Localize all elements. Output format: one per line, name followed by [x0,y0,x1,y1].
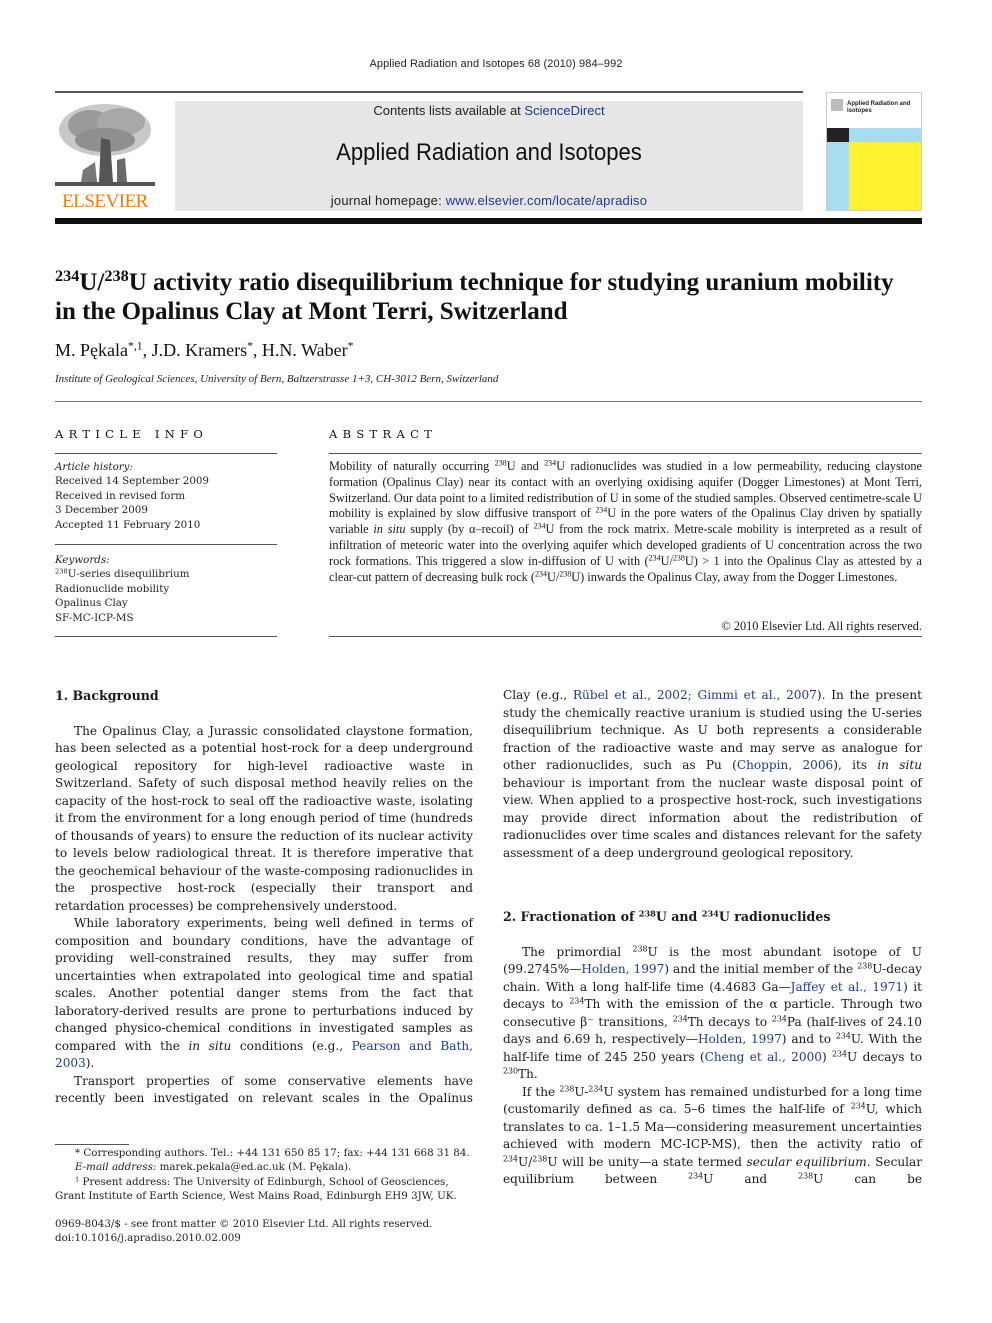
contents-prefix: Contents lists available at [373,103,525,118]
article-history: Article history: Received 14 September 2… [55,460,277,532]
keywords-label: Keywords: [55,554,110,566]
keyword-item: SF-MC-ICP-MS [55,611,134,624]
issn-line: 0969-8043/$ - see front matter © 2010 El… [55,1218,433,1230]
footnote-present-address: 1 Present address: The University of Edi… [55,1175,457,1203]
title-part: U/ [79,269,105,296]
citation-link[interactable]: Choppin, 2006 [737,758,833,772]
divider [55,401,922,402]
running-head: Applied Radiation and Isotopes 68 (2010)… [369,58,623,70]
keyword-item: Radionuclide mobility [55,582,170,595]
author-marks[interactable]: * [348,340,354,353]
section-heading-fractionation: 2. Fractionation of 238U and 234U radion… [503,908,831,924]
issn-doi: 0969-8043/$ - see front matter © 2010 El… [55,1217,432,1246]
abstract-body: Mobility of naturally occurring 238U and… [329,458,922,584]
author[interactable]: H.N. Waber [262,340,348,360]
email-link[interactable]: marek.pekala@ed.ac.uk (M. Pękala). [156,1161,352,1173]
author-marks[interactable]: *,1 [128,340,143,353]
title-sup: 234 [55,267,80,286]
divider [329,453,922,454]
cover-logo-icon [831,99,843,111]
history-label: Article history: [55,461,133,473]
keywords: Keywords: 238U-series disequilibrium Rad… [55,553,277,625]
doi-line[interactable]: doi:10.1016/j.apradiso.2010.02.009 [55,1231,432,1245]
keyword-item: Opalinus Clay [55,597,128,610]
journal-title: Applied Radiation and Isotopes [336,139,642,166]
author[interactable]: J.D. Kramers [152,340,247,360]
keyword-sup: 238 [55,567,68,576]
footnote-corresponding: * Corresponding authors. Tel.: +44 131 6… [75,1147,470,1159]
footnote-email: E-mail address: marek.pekala@ed.ac.uk (M… [75,1161,352,1174]
divider [55,544,277,545]
journal-banner: Contents lists available at ScienceDirec… [175,101,803,211]
divider [55,636,277,637]
elsevier-logo[interactable]: ELSEVIER [55,100,155,212]
divider [329,636,922,637]
body-column-right: Clay (e.g., Rübel et al., 2002; Gimmi et… [503,687,922,1189]
masthead-top-rule [55,91,803,93]
citation-link[interactable]: Rübel et al., 2002; Gimmi et al., 2007 [573,688,817,702]
history-item: 3 December 2009 [55,504,148,517]
journal-homepage-link[interactable]: www.elsevier.com/locate/apradiso [446,193,648,208]
history-item: Accepted 11 February 2010 [55,518,201,531]
paragraph: While laboratory experiments, being well… [55,916,473,1070]
article-title: 234U/238U activity ratio disequilibrium … [55,268,915,326]
citation-link[interactable]: Cheng et al., 2000 [705,1050,822,1064]
author-list: M. Pękala*,1, J.D. Kramers*, H.N. Waber* [55,339,354,360]
author[interactable]: M. Pękala [55,340,128,360]
paragraph: The Opalinus Clay, a Jurassic consolidat… [55,723,473,913]
citation-link[interactable]: Holden, 1997 [581,962,664,976]
contents-line: Contents lists available at ScienceDirec… [175,103,803,118]
paragraph: Transport properties of some conservativ… [55,1073,473,1106]
body-column-left: 1. Background The Opalinus Clay, a Juras… [55,687,473,1108]
paragraph: If the 238U-234U system has remained und… [503,1084,923,1187]
divider [55,453,277,454]
citation-link[interactable]: Jaffey et al., 1971 [791,980,904,994]
footnotes: * Corresponding authors. Tel.: +44 131 6… [55,1146,473,1204]
cover-left-panel [827,142,849,210]
history-item: Received in revised form [55,489,186,502]
article-info-heading: ARTICLE INFO [55,427,209,441]
sciencedirect-link[interactable]: ScienceDirect [524,103,604,118]
title-sup: 238 [104,267,129,286]
homepage-prefix: journal homepage: [330,193,446,208]
journal-homepage-line: journal homepage: www.elsevier.com/locat… [175,193,803,208]
abstract-copyright: © 2010 Elsevier Ltd. All rights reserved… [721,619,922,633]
paragraph: Clay (e.g., Rübel et al., 2002; Gimmi et… [503,688,922,860]
footnote-rule [55,1144,129,1145]
section-heading-background: 1. Background [55,688,159,703]
abstract-heading: ABSTRACT [329,427,438,441]
affiliation: Institute of Geological Sciences, Univer… [55,373,499,385]
keyword-item: 238U-series disequilibrium [55,567,277,581]
keyword-text: U-series disequilibrium [67,568,190,581]
elsevier-tree-icon [55,100,155,188]
paragraph: The primordial 238U is the most abundant… [503,944,923,1082]
title-part: U activity ratio disequilibrium techniqu… [55,269,894,325]
cover-title: Applied Radiation and Isotopes [847,101,911,114]
elsevier-wordmark: ELSEVIER [62,191,148,212]
masthead-bottom-rule [55,218,922,224]
cover-atom-icon [827,128,849,142]
history-item: Received 14 September 2009 [55,475,209,488]
author-marks[interactable]: * [247,340,253,353]
journal-cover-thumbnail[interactable]: Applied Radiation and Isotopes [826,92,922,211]
cover-yellow-panel [849,142,921,210]
citation-link[interactable]: Holden, 1997 [698,1032,782,1046]
